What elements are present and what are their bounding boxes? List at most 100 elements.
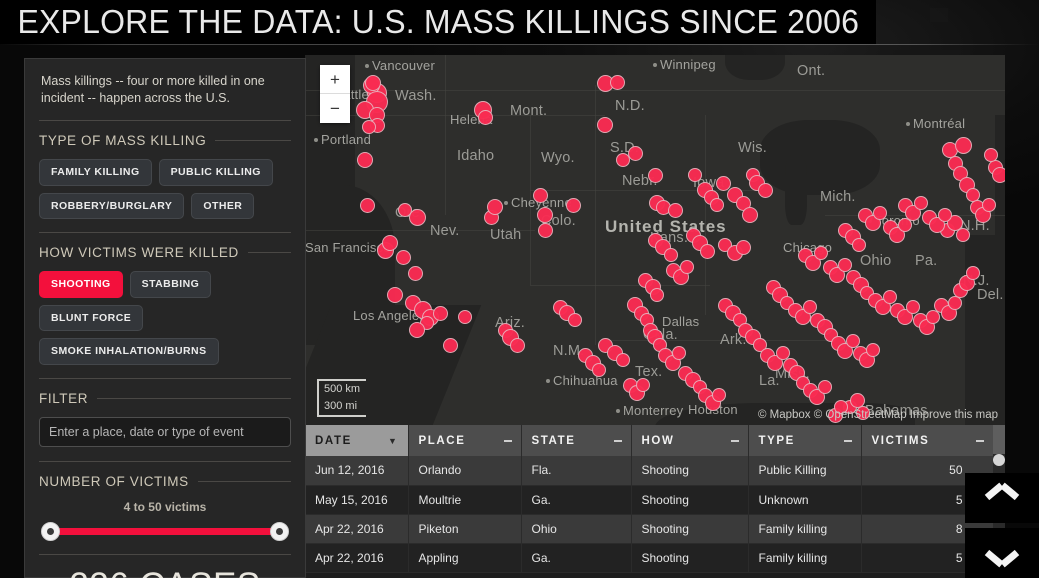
map-incident-marker[interactable]: [814, 246, 828, 260]
scrollbar-thumb[interactable]: [993, 454, 1005, 466]
map-incident-marker[interactable]: [509, 337, 525, 353]
map-canvas[interactable]: VancouverSeattleWash.PortlandOre.IdahoHe…: [305, 55, 1005, 425]
map-incident-marker[interactable]: [357, 152, 373, 168]
table-row[interactable]: Apr 22, 2016 Piketon Ohio Shooting Family ki…: [305, 514, 994, 544]
zoom-out-button[interactable]: −: [320, 94, 350, 123]
map-attribution[interactable]: © Mapbox © OpenStreetMap Improve this ma…: [758, 409, 998, 421]
map-incident-marker[interactable]: [757, 182, 773, 198]
map-incident-marker[interactable]: [735, 239, 751, 255]
map-incident-marker[interactable]: [984, 148, 998, 162]
map-incident-marker[interactable]: [992, 167, 1005, 183]
map-incident-marker[interactable]: [432, 305, 448, 321]
map-incident-marker[interactable]: [408, 208, 426, 226]
map-incident-marker[interactable]: [680, 260, 694, 274]
map-incident-marker[interactable]: [537, 207, 553, 223]
map-incident-marker[interactable]: [688, 168, 702, 182]
map-incident-marker[interactable]: [898, 218, 912, 232]
map-incident-marker[interactable]: [883, 290, 897, 304]
map-label: Wis.: [738, 140, 767, 156]
map-incident-marker[interactable]: [627, 145, 643, 161]
map-incident-marker[interactable]: [537, 222, 553, 238]
map-incident-marker[interactable]: [948, 296, 962, 310]
type-filter-robbery-burglary[interactable]: ROBBERY/BURGLARY: [39, 192, 185, 219]
column-header-victims[interactable]: VICTIMS: [861, 425, 994, 456]
table-row[interactable]: Jun 12, 2016 Orlando Fla. Shooting Public Ki…: [305, 456, 994, 486]
map-incident-marker[interactable]: [616, 353, 630, 367]
type-filter-family-killing[interactable]: FAMILY KILLING: [39, 159, 152, 186]
map-incident-marker[interactable]: [477, 109, 493, 125]
map-incident-marker[interactable]: [710, 198, 724, 212]
map-incident-marker[interactable]: [442, 337, 458, 353]
attribution-text[interactable]: © Mapbox © OpenStreetMap Improve this ma…: [758, 409, 998, 421]
map-incident-marker[interactable]: [565, 197, 581, 213]
search-input[interactable]: [39, 416, 291, 447]
how-filter-blunt-force[interactable]: BLUNT FORCE: [39, 304, 144, 331]
map-incident-marker[interactable]: [667, 202, 683, 218]
map-incident-marker[interactable]: [395, 249, 411, 265]
map-incident-marker[interactable]: [715, 175, 731, 191]
scroll-up-button[interactable]: [965, 473, 1039, 523]
map-incident-marker[interactable]: [852, 238, 866, 252]
map-incident-marker[interactable]: [382, 235, 398, 251]
map-incident-marker[interactable]: [362, 120, 376, 134]
slider-handle-min[interactable]: [41, 521, 60, 541]
map-incident-marker[interactable]: [938, 208, 952, 222]
map-incident-marker[interactable]: [982, 198, 996, 212]
map-incident-marker[interactable]: [568, 313, 582, 327]
column-header-type[interactable]: TYPE: [748, 425, 862, 456]
map-incident-marker[interactable]: [532, 187, 548, 203]
map-incident-marker[interactable]: [597, 117, 613, 133]
column-header-place[interactable]: PLACE: [408, 425, 522, 456]
map-incident-marker[interactable]: [906, 300, 920, 314]
type-filter-other[interactable]: OTHER: [191, 192, 255, 219]
slider-track[interactable]: [49, 527, 281, 535]
map-incident-marker[interactable]: [487, 199, 503, 215]
map-incident-marker[interactable]: [742, 207, 758, 223]
map-zoom-controls[interactable]: + −: [320, 65, 350, 123]
map-incident-marker[interactable]: [914, 196, 928, 210]
scrollbar-track-top[interactable]: [993, 425, 1005, 454]
map-incident-marker[interactable]: [609, 74, 625, 90]
map-incident-marker[interactable]: [954, 136, 972, 154]
column-label-victims: VICTIMS: [871, 434, 930, 447]
divider: [39, 232, 291, 233]
scroll-down-button[interactable]: [965, 528, 1039, 578]
map-incident-marker[interactable]: [365, 75, 381, 91]
map-incident-marker[interactable]: [699, 243, 715, 259]
column-header-state[interactable]: STATE: [521, 425, 632, 456]
map-incident-marker[interactable]: [966, 266, 980, 280]
map-incident-marker[interactable]: [873, 206, 887, 220]
map-incident-marker[interactable]: [592, 363, 606, 377]
table-row[interactable]: May 15, 2016 Moultrie Ga. Shooting Unknown 5: [305, 485, 994, 515]
how-filter-stabbing[interactable]: STABBING: [129, 271, 212, 298]
table-cell-how: Shooting: [631, 485, 749, 515]
map-incident-marker[interactable]: [458, 310, 472, 324]
table-cell-state: Ga.: [521, 543, 632, 573]
type-filter-public-killing[interactable]: PUBLIC KILLING: [158, 159, 273, 186]
map-incident-marker[interactable]: [647, 167, 663, 183]
column-header-date[interactable]: DATE ▼: [305, 425, 409, 456]
how-filter-smoke-inhalation-burns[interactable]: SMOKE INHALATION/BURNS: [39, 338, 219, 365]
map-incident-marker[interactable]: [803, 300, 817, 314]
map-incident-marker[interactable]: [407, 265, 423, 281]
map-incident-marker[interactable]: [387, 287, 403, 303]
map-incident-marker[interactable]: [409, 322, 425, 338]
map-incident-marker[interactable]: [636, 378, 650, 392]
zoom-in-button[interactable]: +: [320, 65, 350, 94]
table-body: Jun 12, 2016 Orlando Fla. Shooting Public Ki…: [305, 456, 994, 573]
victims-range-slider[interactable]: [41, 521, 289, 541]
map-incident-marker[interactable]: [650, 288, 664, 302]
slider-handle-max[interactable]: [270, 521, 289, 541]
map-incident-marker[interactable]: [818, 380, 832, 394]
table-cell-state: Ohio: [521, 514, 632, 544]
column-header-how[interactable]: HOW: [631, 425, 749, 456]
how-filter-shooting[interactable]: SHOOTING: [39, 271, 123, 298]
type-filter-row-1: FAMILY KILLING PUBLIC KILLING: [39, 159, 291, 186]
map-incident-marker[interactable]: [712, 388, 726, 402]
map-incident-marker[interactable]: [956, 228, 970, 242]
map-incident-marker[interactable]: [359, 197, 375, 213]
map-incident-marker[interactable]: [672, 346, 686, 360]
map-incident-marker[interactable]: [664, 248, 678, 262]
table-row[interactable]: Apr 22, 2016 Appling Ga. Shooting Family kil…: [305, 543, 994, 573]
map-incident-marker[interactable]: [866, 343, 880, 357]
